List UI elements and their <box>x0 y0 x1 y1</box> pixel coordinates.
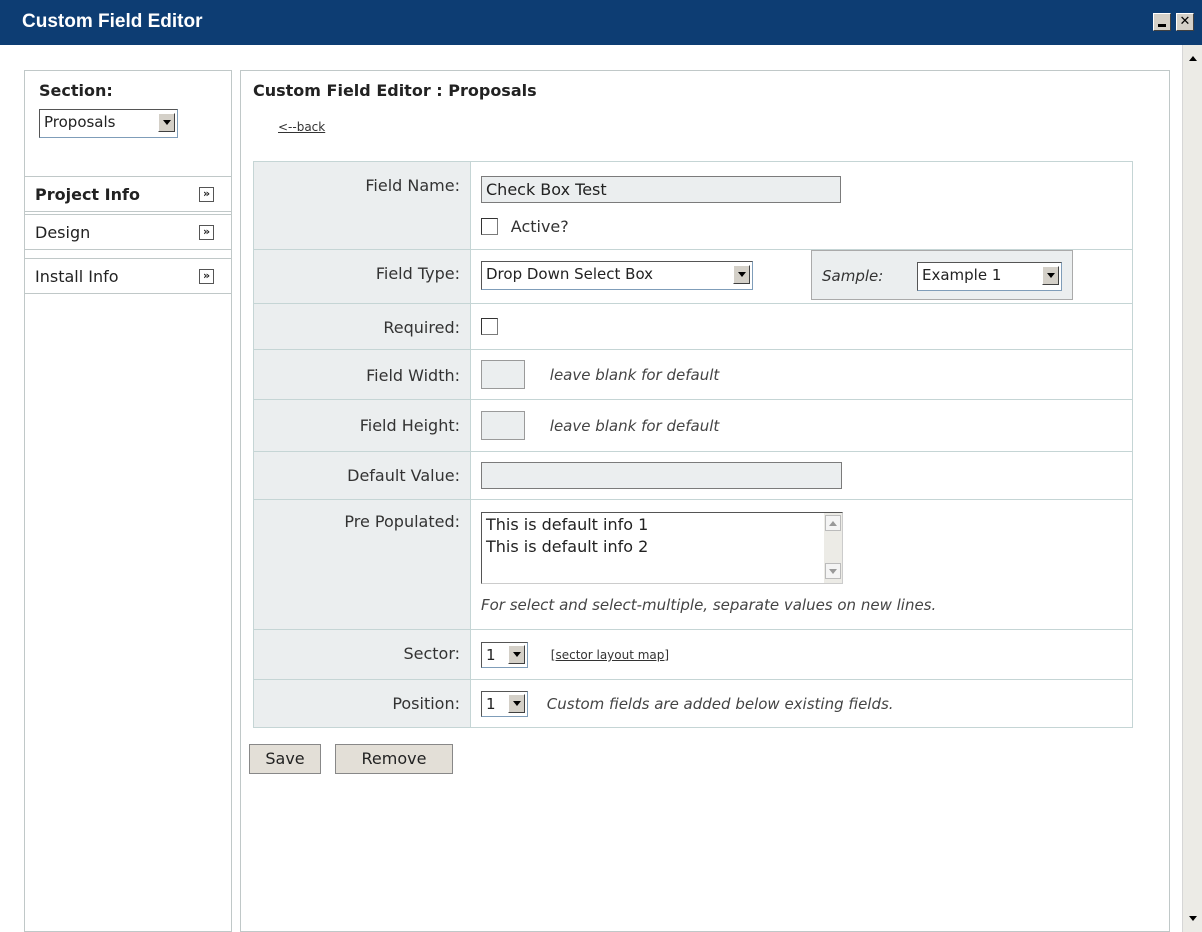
scroll-up-arrow[interactable] <box>825 515 841 531</box>
custom-field-form: Field Name: Check Box Test Active? Field… <box>253 161 1133 728</box>
field-height-label: Field Height: <box>253 399 471 452</box>
dropdown-arrow-icon <box>158 113 175 132</box>
sample-box: Sample: Example 1 <box>811 250 1073 300</box>
pre-populated-line: This is default info 2 <box>486 537 649 556</box>
double-chevron-right-icon: » <box>199 225 214 240</box>
row-field-height: Field Height: leave blank for default <box>253 399 1133 452</box>
sidebar: Section: Proposals Project Info » Design… <box>24 70 232 932</box>
page-title: Custom Field Editor : Proposals <box>253 81 537 100</box>
dropdown-arrow-icon <box>733 265 750 284</box>
sector-select-value: 1 <box>486 646 496 664</box>
row-sector: Sector: 1 [sector layout map] <box>253 629 1133 680</box>
double-chevron-right-icon: » <box>199 269 214 284</box>
pre-populated-line: This is default info 1 <box>486 515 649 534</box>
dropdown-arrow-icon <box>508 645 525 664</box>
dropdown-arrow-icon <box>508 694 525 713</box>
position-select-value: 1 <box>486 695 496 713</box>
dropdown-arrow-icon <box>1042 266 1059 285</box>
position-select[interactable]: 1 <box>481 691 528 717</box>
close-icon: ✕ <box>1179 14 1191 29</box>
position-hint: Custom fields are added below existing f… <box>546 695 894 713</box>
pre-populated-textarea[interactable]: This is default info 1 This is default i… <box>481 512 843 584</box>
field-type-select-value: Drop Down Select Box <box>486 265 654 283</box>
section-select[interactable]: Proposals <box>39 109 178 138</box>
field-name-input[interactable]: Check Box Test <box>481 176 841 203</box>
scroll-down-arrow[interactable] <box>1185 911 1201 927</box>
close-button[interactable]: ✕ <box>1176 13 1194 31</box>
sample-select[interactable]: Example 1 <box>917 262 1062 291</box>
save-button[interactable]: Save <box>249 744 321 774</box>
sector-layout-map-link[interactable]: [sector layout map] <box>551 648 669 662</box>
sample-label: Sample: <box>822 267 884 285</box>
row-field-width: Field Width: leave blank for default <box>253 349 1133 400</box>
vertical-scrollbar[interactable] <box>1182 45 1202 932</box>
field-height-input[interactable] <box>481 411 525 440</box>
pre-populated-hint: For select and select-multiple, separate… <box>481 596 937 614</box>
active-label: Active? <box>510 217 569 236</box>
sidebar-nav: Project Info » Design » Install Info » <box>25 176 231 303</box>
field-name-label: Field Name: <box>253 161 471 250</box>
title-bar: Custom Field Editor ✕ <box>0 0 1202 45</box>
sector-label: Sector: <box>253 629 471 680</box>
field-width-hint: leave blank for default <box>549 365 720 384</box>
field-type-label: Field Type: <box>253 249 471 304</box>
arrow-up-icon <box>829 521 837 526</box>
default-value-label: Default Value: <box>253 451 471 500</box>
arrow-down-icon <box>829 569 837 574</box>
sample-select-value: Example 1 <box>922 266 1002 284</box>
default-value-input[interactable] <box>481 462 842 489</box>
row-position: Position: 1 Custom fields are added belo… <box>253 679 1133 728</box>
sidebar-item-design[interactable]: Design » <box>25 214 231 250</box>
position-label: Position: <box>253 679 471 728</box>
remove-button[interactable]: Remove <box>335 744 453 774</box>
section-select-value: Proposals <box>44 113 116 131</box>
sidebar-item-label: Project Info <box>35 185 140 204</box>
section-label: Section: <box>39 81 113 100</box>
back-link[interactable]: <--back <box>278 120 325 134</box>
minimize-button[interactable] <box>1153 13 1171 31</box>
required-checkbox[interactable] <box>481 318 498 335</box>
double-chevron-right-icon: » <box>199 187 214 202</box>
required-label: Required: <box>253 303 471 350</box>
field-height-hint: leave blank for default <box>549 416 720 435</box>
arrow-up-icon <box>1189 56 1197 61</box>
row-field-name: Field Name: Check Box Test Active? <box>253 161 1133 250</box>
sidebar-item-label: Design <box>35 223 91 242</box>
row-required: Required: <box>253 303 1133 350</box>
window-title: Custom Field Editor <box>22 11 203 32</box>
main-panel: Custom Field Editor : Proposals <--back … <box>240 70 1170 932</box>
pre-populated-label: Pre Populated: <box>253 499 471 630</box>
sidebar-item-install-info[interactable]: Install Info » <box>25 258 231 294</box>
row-field-type: Field Type: Drop Down Select Box Sample:… <box>253 249 1133 304</box>
scroll-down-arrow[interactable] <box>825 563 841 579</box>
sidebar-item-project-info[interactable]: Project Info » <box>25 176 231 212</box>
textarea-scrollbar[interactable] <box>824 513 842 583</box>
scroll-up-arrow[interactable] <box>1185 51 1201 67</box>
field-type-select[interactable]: Drop Down Select Box <box>481 261 753 290</box>
row-default-value: Default Value: <box>253 451 1133 500</box>
field-width-label: Field Width: <box>253 349 471 400</box>
active-checkbox[interactable] <box>481 218 498 235</box>
arrow-down-icon <box>1189 916 1197 921</box>
minimize-icon <box>1158 24 1166 27</box>
sector-select[interactable]: 1 <box>481 642 528 668</box>
sidebar-item-label: Install Info <box>35 267 119 286</box>
field-width-input[interactable] <box>481 360 525 389</box>
row-pre-populated: Pre Populated: This is default info 1 Th… <box>253 499 1133 630</box>
